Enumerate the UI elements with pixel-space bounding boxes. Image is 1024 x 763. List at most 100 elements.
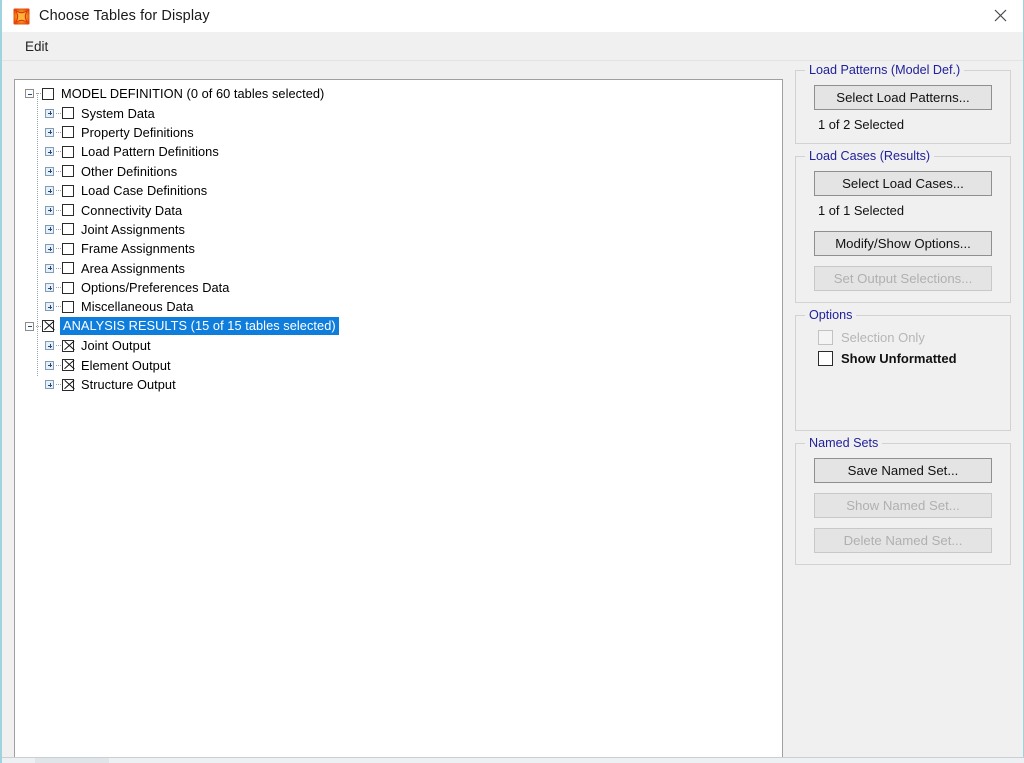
taskbar-edge bbox=[2, 757, 1024, 763]
expand-plus-icon[interactable] bbox=[45, 244, 54, 254]
title-bar: Choose Tables for Display bbox=[2, 0, 1023, 32]
group-load-cases: Load Cases (Results) Select Load Cases..… bbox=[795, 149, 1011, 303]
checkbox-unchecked-icon[interactable] bbox=[62, 204, 74, 217]
tree-item-label: ANALYSIS RESULTS (15 of 15 tables select… bbox=[60, 317, 339, 336]
group-named-sets: Named Sets Save Named Set... Show Named … bbox=[795, 436, 1011, 565]
load-cases-status: 1 of 1 Selected bbox=[818, 203, 904, 218]
tree-row[interactable]: Other Definitions bbox=[15, 162, 782, 181]
select-load-patterns-button[interactable]: Select Load Patterns... bbox=[814, 85, 992, 110]
expand-plus-icon[interactable] bbox=[45, 283, 54, 293]
checkbox-unchecked-icon[interactable] bbox=[62, 165, 74, 178]
group-options-legend: Options bbox=[805, 308, 857, 322]
expand-plus-icon[interactable] bbox=[45, 127, 54, 137]
expand-plus-icon[interactable] bbox=[45, 166, 54, 176]
tree-item-label: Options/Preferences Data bbox=[81, 280, 230, 296]
tree-item-label: Joint Assignments bbox=[81, 221, 185, 237]
delete-named-set-button: Delete Named Set... bbox=[814, 528, 992, 553]
tree-item-label: Structure Output bbox=[81, 377, 176, 393]
expand-plus-icon[interactable] bbox=[45, 360, 54, 370]
tree-item-label: Joint Output bbox=[81, 338, 151, 354]
checkbox-unchecked-icon[interactable] bbox=[62, 300, 74, 313]
tree-row[interactable]: Structure Output bbox=[15, 375, 782, 394]
expand-plus-icon[interactable] bbox=[45, 147, 54, 157]
group-load-patterns: Load Patterns (Model Def.) Select Load P… bbox=[795, 63, 1011, 144]
tree-row[interactable]: Joint Assignments bbox=[15, 220, 782, 239]
save-named-set-button[interactable]: Save Named Set... bbox=[814, 458, 992, 483]
set-output-selections-button: Set Output Selections... bbox=[814, 266, 992, 291]
tree-row[interactable]: Property Definitions bbox=[15, 123, 782, 142]
checkbox-unchecked-icon[interactable] bbox=[62, 107, 74, 120]
show-unformatted-checkbox[interactable] bbox=[818, 351, 833, 366]
tables-tree-panel[interactable]: MODEL DEFINITION (0 of 60 tables selecte… bbox=[14, 79, 783, 763]
checkbox-unchecked-icon[interactable] bbox=[62, 184, 74, 197]
load-patterns-status: 1 of 2 Selected bbox=[818, 117, 904, 132]
selection-only-checkbox bbox=[818, 330, 833, 345]
tree-item-label: Area Assignments bbox=[81, 260, 185, 276]
group-load-cases-legend: Load Cases (Results) bbox=[805, 149, 935, 163]
checkbox-checked-icon[interactable] bbox=[62, 359, 74, 372]
tree-row[interactable]: Area Assignments bbox=[15, 259, 782, 278]
tree-row[interactable]: Miscellaneous Data bbox=[15, 297, 782, 316]
tree-row[interactable]: Frame Assignments bbox=[15, 239, 782, 258]
tree-row[interactable]: Element Output bbox=[15, 355, 782, 374]
select-load-cases-button[interactable]: Select Load Cases... bbox=[814, 171, 992, 196]
checkbox-unchecked-icon[interactable] bbox=[42, 87, 54, 100]
collapse-minus-icon[interactable] bbox=[25, 89, 34, 99]
group-options: Options Selection Only Show Unformatted bbox=[795, 308, 1011, 431]
expand-plus-icon[interactable] bbox=[45, 224, 54, 234]
tree-row[interactable]: Load Case Definitions bbox=[15, 181, 782, 200]
tree-row[interactable]: Joint Output bbox=[15, 336, 782, 355]
collapse-minus-icon[interactable] bbox=[25, 321, 34, 331]
show-named-set-button: Show Named Set... bbox=[814, 493, 992, 518]
tree-item-label: System Data bbox=[81, 105, 155, 121]
expand-plus-icon[interactable] bbox=[45, 186, 54, 196]
tree-item-label: Element Output bbox=[81, 357, 171, 373]
modify-show-options-button[interactable]: Modify/Show Options... bbox=[814, 231, 992, 256]
tree-root-row[interactable]: ANALYSIS RESULTS (15 of 15 tables select… bbox=[15, 317, 782, 336]
tree-item-label: Connectivity Data bbox=[81, 202, 183, 218]
selection-only-label: Selection Only bbox=[841, 330, 925, 345]
menu-item-edit[interactable]: Edit bbox=[15, 36, 58, 57]
menu-bar: Edit bbox=[2, 32, 1023, 61]
checkbox-unchecked-icon[interactable] bbox=[62, 223, 74, 236]
tree-item-label: MODEL DEFINITION (0 of 60 tables selecte… bbox=[61, 86, 325, 102]
tree-row[interactable]: Connectivity Data bbox=[15, 200, 782, 219]
tree-item-label: Property Definitions bbox=[81, 124, 194, 140]
tree-item-label: Other Definitions bbox=[81, 163, 178, 179]
dialog-body: MODEL DEFINITION (0 of 60 tables selecte… bbox=[2, 61, 1023, 763]
checkbox-unchecked-icon[interactable] bbox=[62, 145, 74, 158]
tree-item-label: Frame Assignments bbox=[81, 241, 195, 257]
option-selection-only: Selection Only bbox=[818, 330, 1000, 345]
tree-root-row[interactable]: MODEL DEFINITION (0 of 60 tables selecte… bbox=[15, 84, 782, 103]
group-named-sets-legend: Named Sets bbox=[805, 436, 883, 450]
checkbox-unchecked-icon[interactable] bbox=[62, 126, 74, 139]
expand-plus-icon[interactable] bbox=[45, 380, 54, 390]
expand-plus-icon[interactable] bbox=[45, 108, 54, 118]
dialog-window: Choose Tables for Display Edit MODEL DEF… bbox=[0, 0, 1024, 763]
tree-item-label: Miscellaneous Data bbox=[81, 299, 194, 315]
taskbar-item bbox=[35, 758, 109, 763]
tree-row[interactable]: System Data bbox=[15, 103, 782, 122]
right-options-column: Load Patterns (Model Def.) Select Load P… bbox=[795, 63, 1011, 577]
expand-plus-icon[interactable] bbox=[45, 302, 54, 312]
expand-plus-icon[interactable] bbox=[45, 205, 54, 215]
tree-item-label: Load Case Definitions bbox=[81, 183, 208, 199]
checkbox-unchecked-icon[interactable] bbox=[62, 242, 74, 255]
tree-row[interactable]: Load Pattern Definitions bbox=[15, 142, 782, 161]
checkbox-checked-icon[interactable] bbox=[62, 378, 74, 391]
window-title: Choose Tables for Display bbox=[39, 8, 210, 24]
tables-tree: MODEL DEFINITION (0 of 60 tables selecte… bbox=[15, 80, 782, 394]
show-unformatted-label: Show Unformatted bbox=[841, 351, 957, 366]
checkbox-unchecked-icon[interactable] bbox=[62, 262, 74, 275]
tree-row[interactable]: Options/Preferences Data bbox=[15, 278, 782, 297]
tree-item-label: Load Pattern Definitions bbox=[81, 144, 219, 160]
checkbox-unchecked-icon[interactable] bbox=[62, 281, 74, 294]
close-icon[interactable] bbox=[977, 0, 1023, 31]
checkbox-checked-icon[interactable] bbox=[62, 339, 74, 352]
group-load-patterns-legend: Load Patterns (Model Def.) bbox=[805, 63, 965, 77]
expand-plus-icon[interactable] bbox=[45, 341, 54, 351]
option-show-unformatted[interactable]: Show Unformatted bbox=[818, 351, 1000, 366]
checkbox-checked-icon[interactable] bbox=[42, 320, 54, 333]
sap2000-star-icon bbox=[13, 8, 30, 25]
expand-plus-icon[interactable] bbox=[45, 263, 54, 273]
